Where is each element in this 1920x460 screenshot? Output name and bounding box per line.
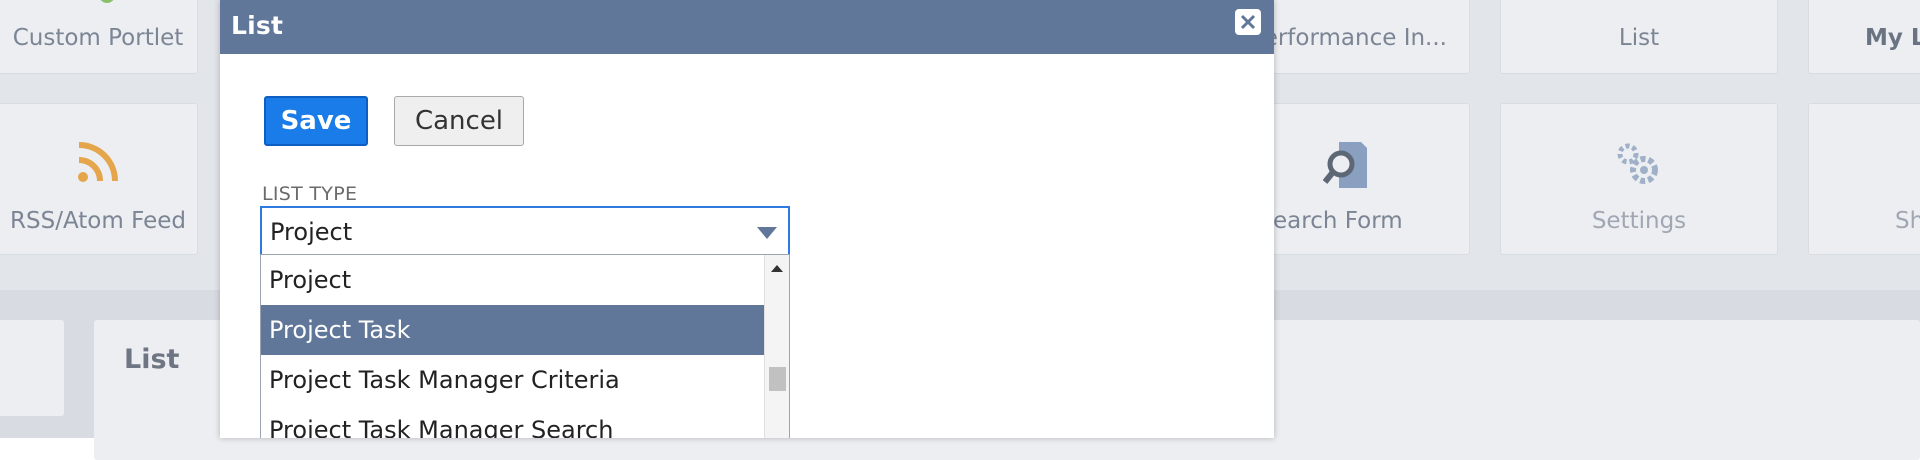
gear-icon: [1614, 140, 1664, 196]
tile-rss-feed[interactable]: RSS/Atom Feed: [0, 103, 198, 255]
tile-my-lo[interactable]: My Lo: [1808, 0, 1920, 74]
option-project-task-manager-criteria[interactable]: Project Task Manager Criteria: [261, 355, 766, 405]
chevron-down-icon: [757, 227, 777, 239]
list-type-value: Project: [270, 218, 353, 246]
option-project-task-manager-search[interactable]: Project Task Manager Search: [261, 405, 766, 438]
tile-label: erformance In...: [1263, 25, 1447, 51]
rss-icon: [76, 140, 120, 190]
tile-settings[interactable]: Settings: [1500, 103, 1778, 255]
tile-label: Settings: [1591, 208, 1687, 234]
tile-label: Custom Portlet: [12, 25, 184, 51]
cancel-button[interactable]: Cancel: [394, 96, 524, 146]
lower-card-left: [0, 320, 64, 416]
tile-label: RSS/Atom Feed: [10, 208, 186, 234]
custom-portlet-icon: [73, 0, 123, 13]
close-button[interactable]: [1235, 9, 1261, 35]
dropdown-scrollbar[interactable]: [764, 255, 789, 438]
list-type-select[interactable]: Project: [260, 206, 790, 256]
search-form-icon: [1322, 140, 1369, 196]
save-button[interactable]: Save: [264, 96, 368, 146]
tile-performance-indicators[interactable]: erformance In...: [1250, 0, 1470, 74]
scroll-up-arrow-icon[interactable]: [771, 265, 783, 272]
tile-label: Sh: [1895, 208, 1920, 234]
tile-search-form[interactable]: earch Form: [1250, 103, 1470, 255]
tile-list[interactable]: List: [1500, 0, 1778, 74]
tile-label: My Lo: [1865, 25, 1920, 51]
list-dialog: List Save Cancel LIST TYPE Project Proje…: [220, 0, 1274, 438]
tile-sh[interactable]: Sh: [1808, 103, 1920, 255]
list-type-dropdown: Project Project Task Project Task Manage…: [260, 254, 790, 438]
tile-label: List: [1618, 25, 1660, 51]
lower-card-title: List: [124, 344, 180, 375]
dialog-title: List: [231, 11, 284, 40]
close-icon: [1240, 14, 1256, 30]
list-type-label: LIST TYPE: [262, 183, 358, 205]
option-project[interactable]: Project: [261, 255, 766, 305]
option-project-task[interactable]: Project Task: [261, 305, 766, 355]
dialog-header: List: [220, 0, 1274, 54]
scroll-thumb[interactable]: [769, 367, 786, 391]
tile-custom-portlet[interactable]: Custom Portlet: [0, 0, 198, 74]
